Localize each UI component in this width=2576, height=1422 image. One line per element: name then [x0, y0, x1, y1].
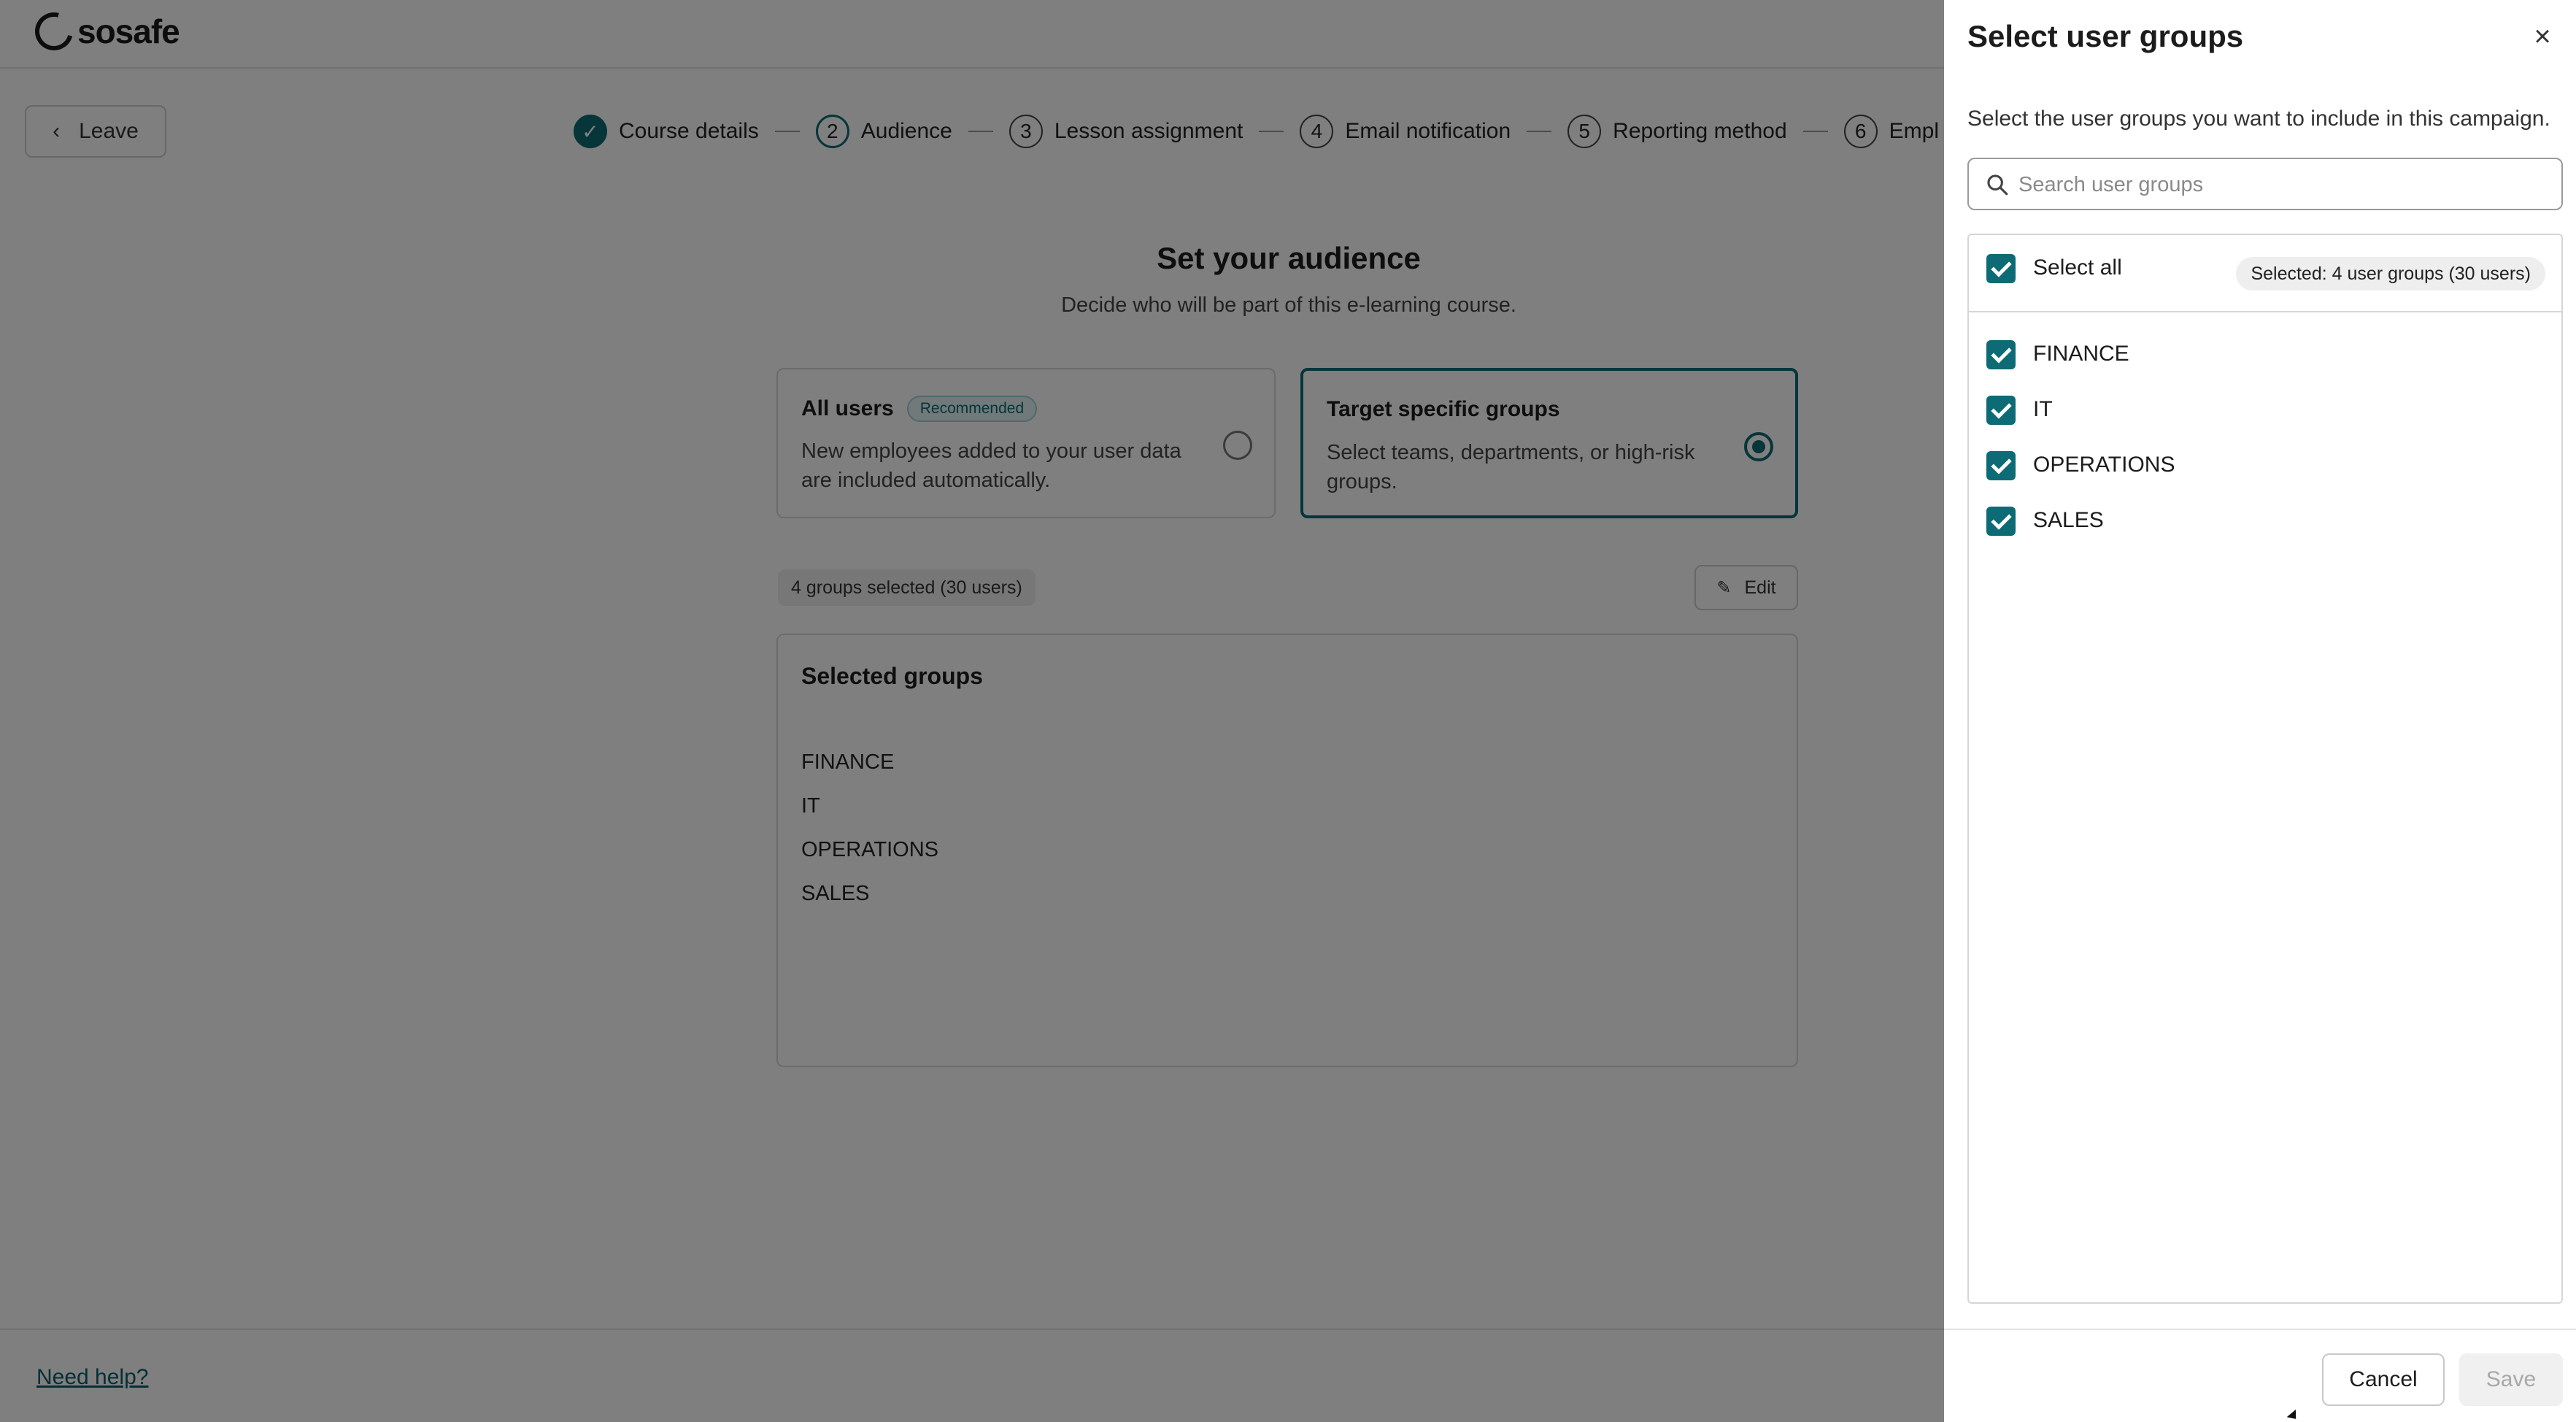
select-user-groups-drawer: Select user groups × Select the user gro…: [1944, 0, 2576, 1422]
group-label: FINANCE: [2033, 342, 2129, 366]
user-groups-list: Select all Selected: 4 user groups (30 u…: [1967, 234, 2563, 1304]
select-all-checkbox[interactable]: [1986, 254, 2016, 283]
group-row-operations[interactable]: OPERATIONS: [1969, 438, 2561, 493]
group-label: IT: [2033, 397, 2053, 421]
group-checkbox[interactable]: [1986, 507, 2016, 536]
group-row-sales[interactable]: SALES: [1969, 493, 2561, 549]
group-checkbox[interactable]: [1986, 340, 2016, 369]
group-row-it[interactable]: IT: [1969, 383, 2561, 438]
select-all-label: Select all: [2033, 255, 2122, 280]
drawer-title: Select user groups: [1967, 19, 2244, 53]
search-field: [1967, 158, 2563, 210]
save-button[interactable]: Save: [2459, 1353, 2563, 1406]
selected-count-badge: Selected: 4 user groups (30 users): [2236, 257, 2545, 291]
group-checkbox[interactable]: [1986, 396, 2016, 425]
group-row-finance[interactable]: FINANCE: [1969, 327, 2561, 383]
drawer-description: Select the user groups you want to inclu…: [1967, 107, 2550, 131]
select-all-row[interactable]: Select all Selected: 4 user groups (30 u…: [1969, 235, 2561, 312]
group-label: SALES: [2033, 508, 2104, 532]
close-icon[interactable]: ×: [2528, 22, 2557, 51]
cancel-button[interactable]: Cancel: [2322, 1353, 2445, 1406]
search-input[interactable]: [2018, 166, 2544, 203]
group-checkbox[interactable]: [1986, 451, 2016, 480]
search-icon: [1987, 174, 2008, 196]
group-label: OPERATIONS: [2033, 453, 2175, 477]
